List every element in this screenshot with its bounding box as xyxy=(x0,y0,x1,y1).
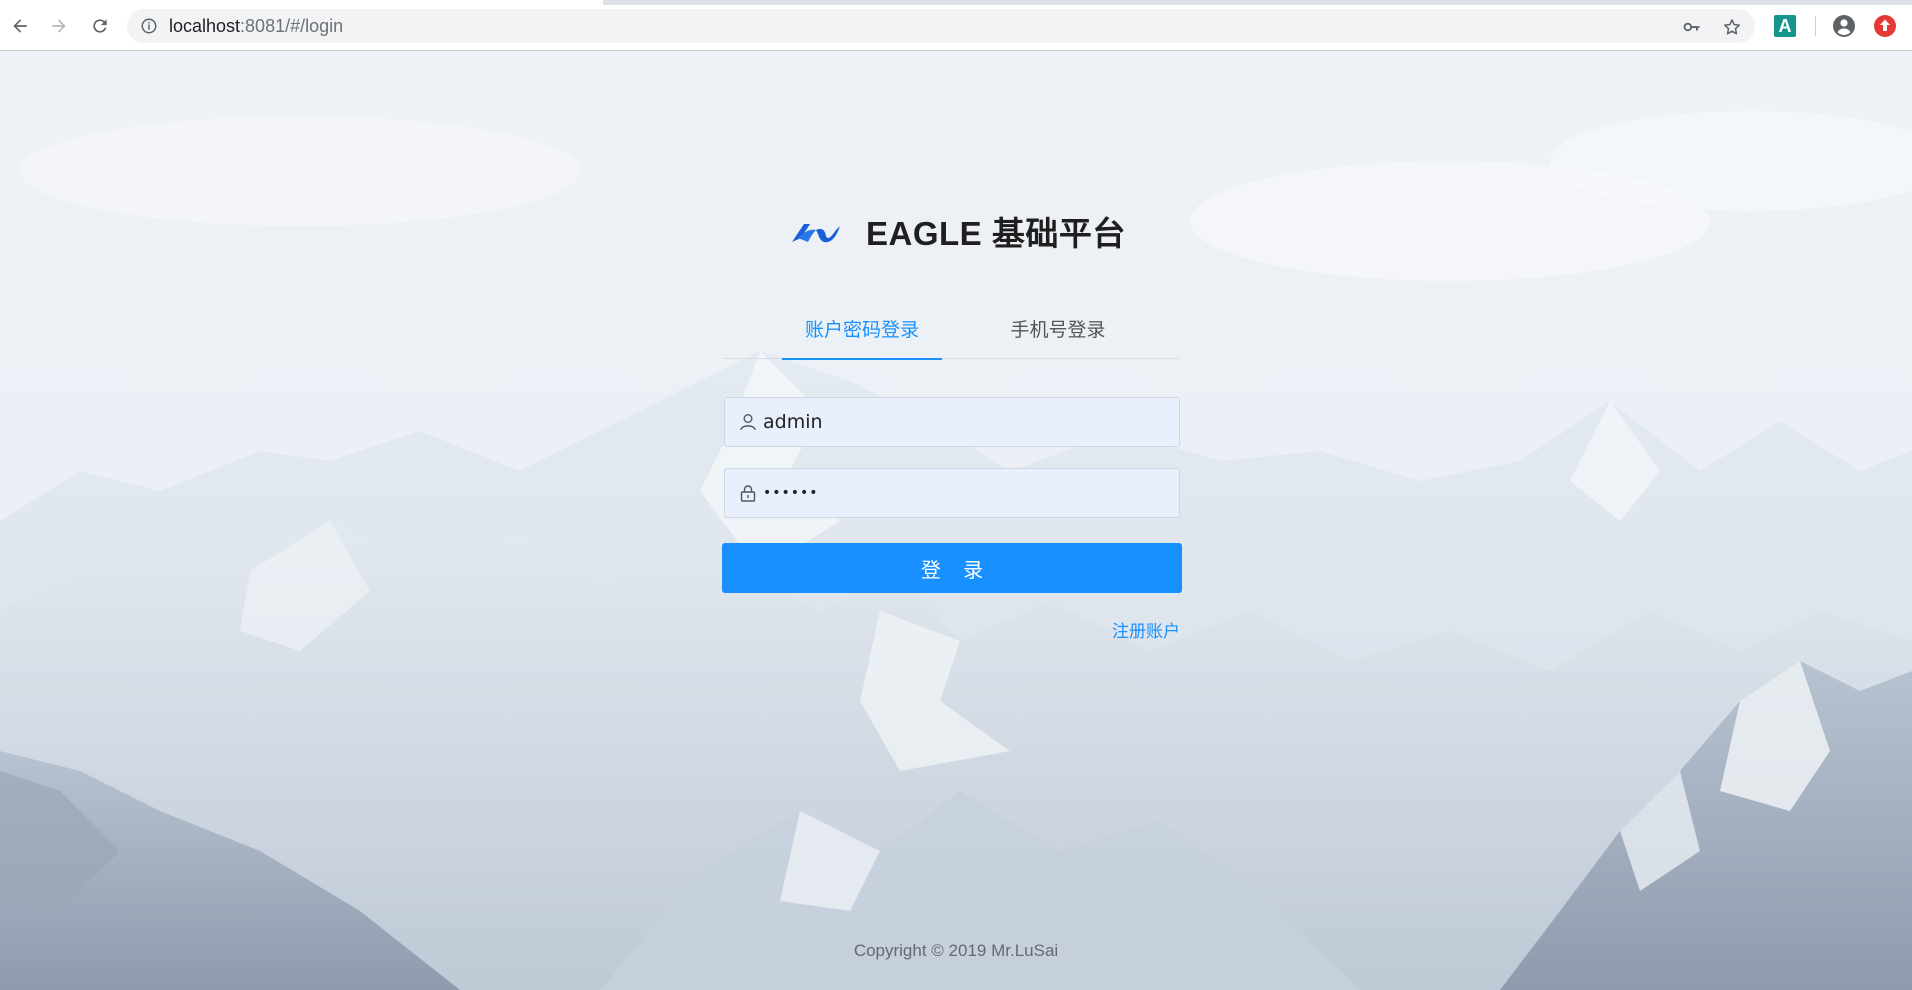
reload-icon xyxy=(93,19,107,33)
back-button[interactable] xyxy=(6,12,34,40)
register-link[interactable]: 注册账户 xyxy=(1112,617,1180,642)
eagle-logo-icon xyxy=(792,224,840,243)
tab-account-password[interactable]: 账户密码登录 xyxy=(782,313,942,360)
account-circle-icon[interactable] xyxy=(1832,14,1856,38)
copyright-footer: Copyright © 2019 Mr.LuSai xyxy=(853,941,1059,960)
reload-button[interactable] xyxy=(86,12,114,40)
url-path: :8081/#/login xyxy=(240,16,344,36)
browser-toolbar: localhost:8081/#/login A xyxy=(0,0,1912,51)
login-tabs: 账户密码登录 手机号登录 xyxy=(723,313,1180,360)
mountain-background xyxy=(0,51,1912,990)
arrow-right-icon xyxy=(52,19,66,33)
username-input[interactable] xyxy=(763,398,1163,446)
toolbar-divider xyxy=(1815,16,1816,36)
brand-header: EAGLE 基础平台 xyxy=(790,206,1126,256)
info-icon[interactable] xyxy=(140,17,158,35)
lock-icon xyxy=(740,485,756,502)
tab-strip xyxy=(0,0,1912,5)
username-field[interactable] xyxy=(724,397,1180,447)
password-field[interactable] xyxy=(724,468,1180,518)
key-icon[interactable] xyxy=(1682,17,1702,37)
forward-button[interactable] xyxy=(45,12,73,40)
url-host: localhost xyxy=(169,16,241,36)
active-tab[interactable] xyxy=(0,0,603,5)
extension-letter: A xyxy=(1774,15,1796,37)
url-text[interactable]: localhost:8081/#/login xyxy=(169,9,343,43)
update-icon[interactable] xyxy=(1873,14,1897,38)
star-icon[interactable] xyxy=(1722,17,1742,37)
translate-extension-icon[interactable]: A xyxy=(1773,14,1797,38)
login-button[interactable]: 登 录 xyxy=(722,543,1182,593)
user-icon xyxy=(740,414,756,431)
address-bar[interactable]: localhost:8081/#/login xyxy=(127,9,1755,43)
tab-phone-login[interactable]: 手机号登录 xyxy=(983,313,1133,359)
password-input[interactable] xyxy=(763,469,1163,517)
page-title: EAGLE 基础平台 xyxy=(866,215,1126,252)
login-page: EAGLE 基础平台 账户密码登录 手机号登录 登 录 注册账户 Copyrig… xyxy=(0,51,1912,990)
arrow-left-icon xyxy=(13,19,27,33)
